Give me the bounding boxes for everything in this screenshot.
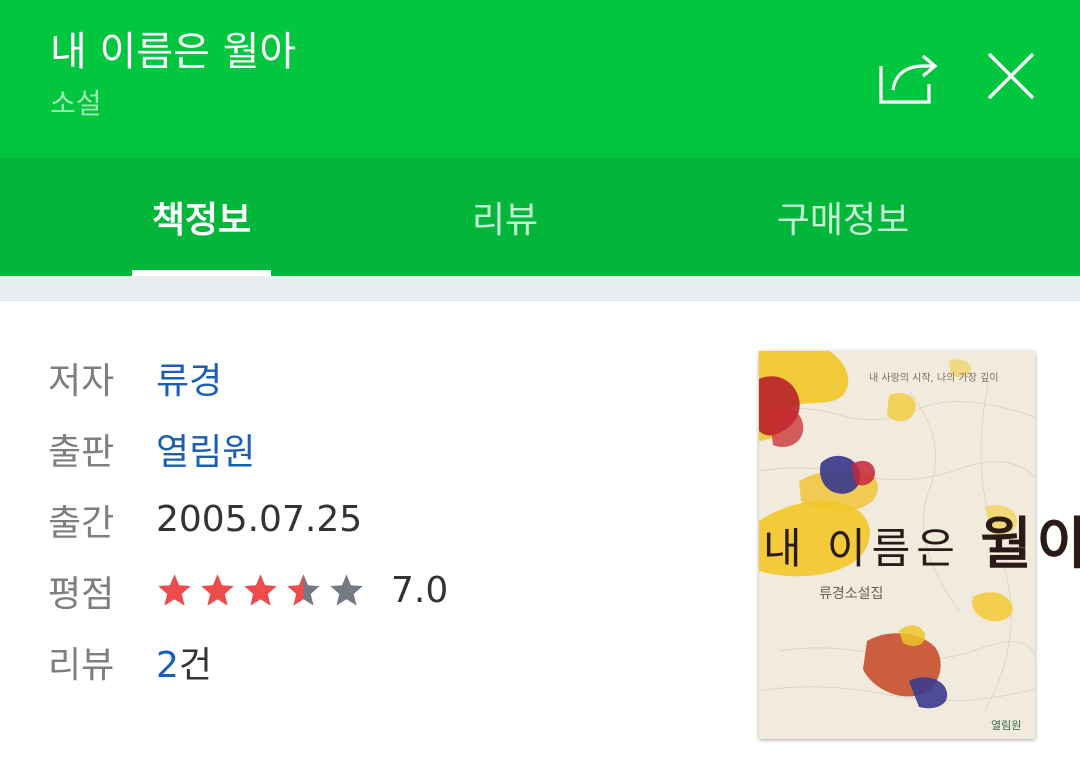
rating-row: 평점 7.0 <box>48 555 448 626</box>
category-subtitle: 소설 <box>50 87 102 120</box>
star-icon <box>244 574 277 606</box>
cover-title-small: 내 이름은 <box>763 524 961 573</box>
author-link[interactable]: 류경 <box>156 352 222 404</box>
publisher-row: 출판 열림원 <box>48 413 448 484</box>
star-icon <box>287 574 320 606</box>
tab-purchase-info[interactable]: 구매정보 <box>743 158 943 276</box>
tab-book-info[interactable]: 책정보 <box>132 158 271 276</box>
publish-date-label: 출간 <box>48 502 115 544</box>
share-button[interactable] <box>874 40 946 112</box>
cover-publisher: 열림원 <box>991 719 1022 732</box>
publisher-label: 출판 <box>48 431 115 473</box>
tab-reviews[interactable]: 리뷰 <box>435 158 575 276</box>
cover-title: 내 이름은 월아 <box>763 499 1080 580</box>
publish-date-value: 2005.07.25 <box>156 499 363 540</box>
cover-subtitle: 류경소설집 <box>819 586 884 602</box>
tab-bar: 책정보 리뷰 구매정보 <box>0 158 1080 276</box>
cover-title-big: 월아 <box>980 511 1080 577</box>
close-button[interactable] <box>975 40 1047 112</box>
review-count-row: 리뷰 2건 <box>48 626 448 697</box>
star-icon <box>330 574 363 606</box>
publisher-link[interactable]: 열림원 <box>156 423 255 475</box>
rating-stars <box>156 572 371 609</box>
cover-tagline: 내 사랑의 시작, 나의 가장 깊이 <box>869 373 999 384</box>
close-icon <box>987 52 1035 100</box>
section-divider <box>0 276 1080 301</box>
star-icon <box>158 574 191 606</box>
book-cover-image[interactable]: 내 사랑의 시작, 나의 가장 깊이 내 이름은 월아 류경소설집 열림원 <box>759 351 1080 739</box>
star-icon <box>201 574 234 606</box>
book-info-list: 저자 류경 출판 열림원 출간 2005.07.25 평점 7.0 리뷰 2건 <box>48 342 448 697</box>
rating-value: 7.0 <box>391 570 449 611</box>
review-count-link[interactable]: 2건 <box>156 636 212 688</box>
share-icon <box>879 54 938 104</box>
review-count-label: 리뷰 <box>48 644 115 686</box>
rating-label: 평점 <box>48 573 115 615</box>
author-label: 저자 <box>48 360 115 402</box>
review-count-unit: 건 <box>178 644 213 686</box>
publish-date-row: 출간 2005.07.25 <box>48 484 448 555</box>
review-count-number: 2 <box>156 644 179 686</box>
page-title: 내 이름은 월아 <box>50 29 297 75</box>
author-row: 저자 류경 <box>48 342 448 413</box>
app-header: 내 이름은 월아 소설 <box>0 0 1080 158</box>
